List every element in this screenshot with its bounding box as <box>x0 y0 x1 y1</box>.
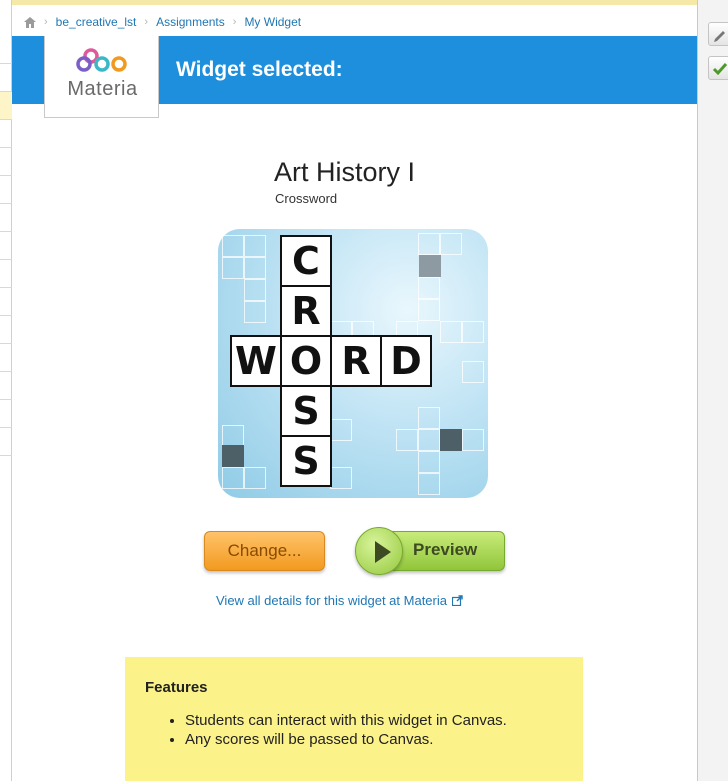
crossword-letter-c: C <box>280 235 332 287</box>
crossword-letter-d: D <box>380 335 432 387</box>
external-link-icon <box>451 595 463 606</box>
widget-title: Art History I <box>274 157 416 187</box>
confirm-button[interactable] <box>708 56 728 80</box>
chevron-right-icon: › <box>232 16 237 28</box>
chevron-right-icon: › <box>44 16 48 28</box>
features-panel: Features Students can interact with this… <box>125 657 583 781</box>
check-icon <box>712 63 728 76</box>
preview-label: Preview <box>413 540 478 559</box>
background-row <box>0 204 12 232</box>
logo-text: Materia <box>67 78 138 100</box>
background-row <box>0 344 12 372</box>
breadcrumb: › be_creative_lst › Assignments › My Wid… <box>12 8 697 36</box>
breadcrumb-item-current[interactable]: My Widget <box>244 15 301 29</box>
play-icon <box>375 541 391 563</box>
breadcrumb-item-assignments[interactable]: Assignments <box>156 15 225 29</box>
change-button[interactable]: Change... <box>204 531 325 571</box>
background-row <box>0 260 12 288</box>
background-row <box>0 316 12 344</box>
background-row <box>0 120 12 148</box>
crossword-letter-r: R <box>330 335 382 387</box>
features-list-item: Students can interact with this widget i… <box>185 711 507 730</box>
background-row <box>0 288 12 316</box>
background-row <box>0 36 12 64</box>
widget-type: Crossword <box>275 191 338 206</box>
background-row <box>0 400 12 428</box>
details-link[interactable]: View all details for this widget at Mate… <box>216 593 463 608</box>
crossword-letter-s: S <box>280 385 332 437</box>
features-title: Features <box>145 679 208 696</box>
materia-logo-icon <box>76 48 127 72</box>
materia-logo: Materia <box>44 36 159 118</box>
crossword-letter-o: O <box>280 335 332 387</box>
lti-widget-selection-window: › be_creative_lst › Assignments › My Wid… <box>0 0 728 781</box>
background-row <box>0 232 12 260</box>
edit-button[interactable] <box>708 22 728 46</box>
background-row <box>0 92 12 120</box>
background-row <box>0 148 12 176</box>
crossword-letter-s: S <box>280 435 332 487</box>
preview-circle <box>355 527 403 575</box>
pencil-icon <box>714 31 725 42</box>
widget-thumbnail: C R O S S W R D <box>218 229 488 498</box>
details-link-text: View all details for this widget at Mate… <box>216 593 447 608</box>
features-list: Students can interact with this widget i… <box>185 711 507 749</box>
top-stripe <box>12 0 697 5</box>
home-icon[interactable] <box>24 16 36 28</box>
background-row <box>0 176 12 204</box>
features-list-item: Any scores will be passed to Canvas. <box>185 730 507 749</box>
page-title: Widget selected: <box>176 58 343 81</box>
background-row <box>0 64 12 92</box>
background-row <box>0 372 12 400</box>
background-right-toolbar <box>697 0 728 781</box>
crossword-letter-w: W <box>230 335 282 387</box>
crossword-letter-r: R <box>280 285 332 337</box>
chevron-right-icon: › <box>144 16 149 28</box>
preview-button[interactable]: Preview <box>355 527 505 575</box>
background-row <box>0 428 12 456</box>
breadcrumb-item-course[interactable]: be_creative_lst <box>56 15 137 29</box>
background-page-strip <box>0 0 12 781</box>
